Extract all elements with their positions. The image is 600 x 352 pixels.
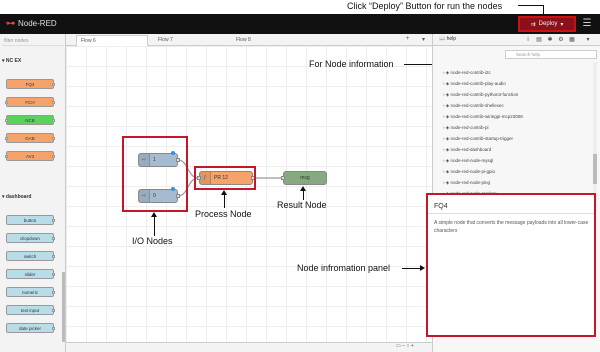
sidebar-tabs: 📖 help i ▤ ✱ ⚙ ▦ ▾ xyxy=(433,34,600,46)
list-item[interactable]: › ◈ node-red-node-ping xyxy=(443,180,490,186)
divider xyxy=(428,213,594,214)
sidebar-scroll-thumb[interactable] xyxy=(593,154,597,184)
context-data-icon[interactable]: ▦ xyxy=(567,35,577,45)
result-node-arrow xyxy=(303,190,304,200)
config-gear-icon[interactable]: ⚙ xyxy=(556,35,566,45)
help-search-input[interactable]: Search help xyxy=(505,50,597,59)
io-nodes-arrow xyxy=(154,216,155,236)
list-item[interactable]: › ◈ node-red-contrib-python3-function xyxy=(443,92,518,98)
info-icon[interactable]: i xyxy=(523,35,533,45)
debug-bug-icon[interactable]: ✱ xyxy=(545,35,555,45)
sidebar-scrollbar[interactable] xyxy=(593,62,597,212)
process-node-highlight xyxy=(194,166,256,190)
sidebar-tab-help[interactable]: 📖 help xyxy=(439,36,456,42)
result-node-annotation: Result Node xyxy=(277,200,327,210)
list-item[interactable]: › ◈ node-red-contrib-play-audio xyxy=(443,81,506,87)
chevron-down-icon[interactable]: ▾ xyxy=(583,35,593,45)
node-info-panel: FQ4 A simple node that converts the mess… xyxy=(426,193,596,337)
screenshot-root: Click “Deploy” Button for run the nodes … xyxy=(0,0,600,352)
io-nodes-annotation: I/O Nodes xyxy=(132,236,173,246)
io-nodes-highlight xyxy=(122,136,188,212)
list-item[interactable]: › ◈ node-red-node-pi-gpio xyxy=(443,169,495,175)
info-description: A simple node that converts the message … xyxy=(434,220,589,234)
list-item[interactable]: › ◈ node-red-contrib-wiringpi-mcp23008 xyxy=(443,114,523,120)
list-item[interactable]: › ◈ node-red-contrib-startup-trigger xyxy=(443,136,513,142)
list-item[interactable]: › ◈ node-red-contrib-i2c xyxy=(443,70,491,76)
process-node-arrow xyxy=(224,194,225,208)
process-node-annotation: Process Node xyxy=(195,209,252,219)
debug-node[interactable]: msg xyxy=(281,171,327,185)
list-item[interactable]: › ◈ node-red-dashboard xyxy=(443,147,491,153)
info-title: FQ4 xyxy=(434,203,448,210)
list-item[interactable]: › ◈ node-red-contrib-pi xyxy=(443,125,489,131)
info-panel-arrow xyxy=(402,268,420,269)
list-item[interactable]: › ◈ node-red-contrib-shellexec xyxy=(443,103,504,109)
node-info-annotation: For Node information xyxy=(309,59,394,69)
help-book-icon[interactable]: ▤ xyxy=(534,35,544,45)
list-item[interactable]: › ◈ node-red-node-mysql xyxy=(443,158,493,164)
info-panel-annotation: Node infromation panel xyxy=(297,263,391,273)
